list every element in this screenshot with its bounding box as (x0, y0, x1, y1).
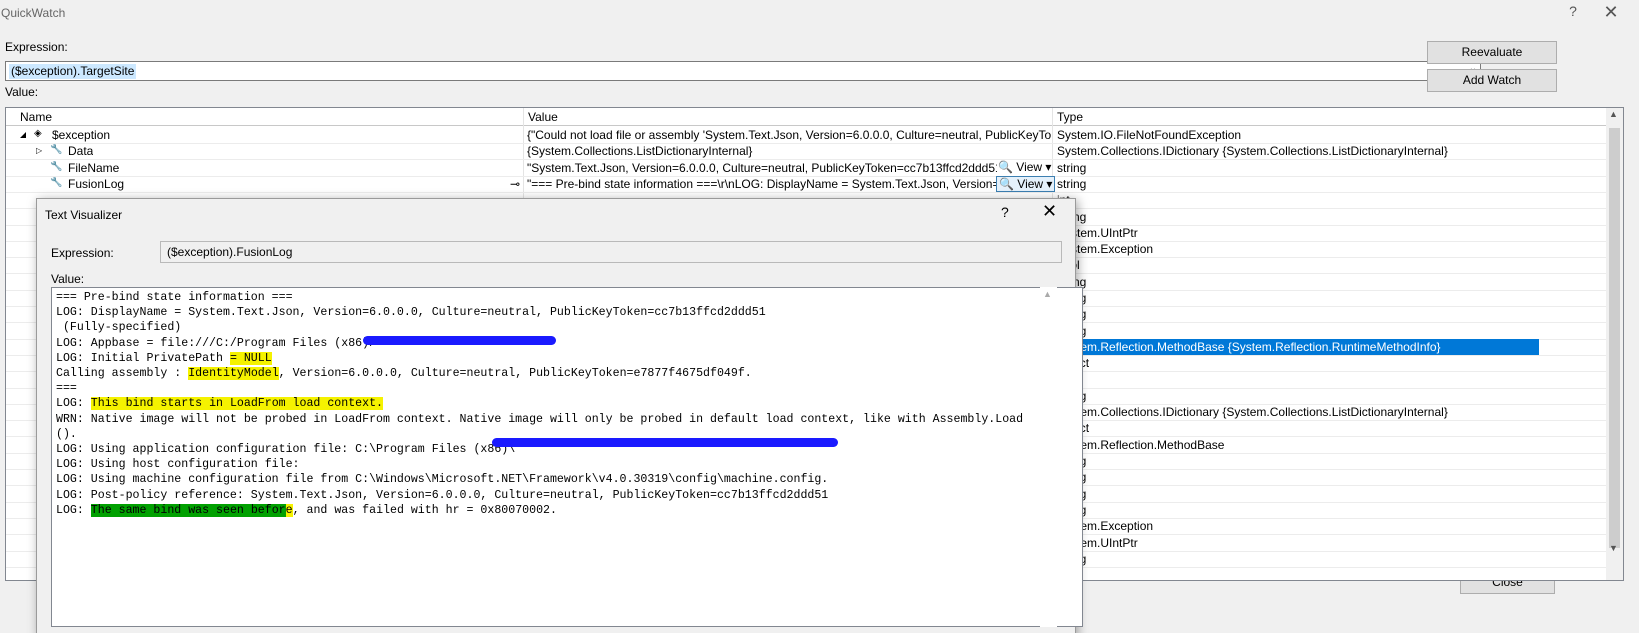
dialog-value-textarea[interactable]: === Pre-bind state information === LOG: … (51, 287, 1083, 627)
type-cell: string (1057, 176, 1087, 191)
table-row[interactable]: 🔧 FusionLog ⊸ "=== Pre-bind state informati… (6, 175, 1606, 193)
collapse-icon[interactable]: ◢ (20, 130, 26, 139)
type-cell: string (1054, 389, 1539, 403)
property-wrench-icon: 🔧 (50, 144, 63, 156)
log-line: LOG: Initial PrivatePath = NULL (56, 351, 272, 365)
value-cell: {"Could not load file or assembly 'Syste… (527, 128, 1051, 142)
log-line: LOG: Post-policy reference: System.Text.… (56, 488, 829, 502)
type-cell: System.Collections.IDictionary {System.C… (1057, 144, 1448, 159)
type-cell: string (1054, 291, 1539, 305)
table-row[interactable]: ▷ 🔧 Data {System.Collections.ListDictionary… (6, 143, 1606, 161)
text-visualizer-dialog: Text Visualizer ? ✕ Expression: ($except… (36, 198, 1083, 633)
value-cell: "=== Pre-bind state information ===\r\nL… (527, 176, 997, 191)
name-cell: Data (68, 144, 94, 159)
log-line: LOG: This bind starts in LoadFrom load c… (56, 397, 384, 411)
type-cell: string (1054, 470, 1539, 484)
type-cell: System.UIntPtr (1057, 535, 1138, 550)
type-cell: string (1054, 307, 1539, 321)
log-line: (). (56, 427, 77, 441)
expand-icon[interactable]: ▷ (36, 146, 42, 155)
window-title: QuickWatch (1, 6, 66, 20)
type-cell: object (1054, 356, 1539, 370)
type-cell: string (1054, 552, 1539, 566)
type-cell: string (1057, 160, 1087, 175)
property-wrench-icon: 🔧 (50, 160, 63, 172)
type-cell: int (1054, 373, 1539, 387)
log-line: === Pre-bind state information === (56, 291, 293, 304)
type-cell: string (1054, 487, 1539, 501)
log-line: LOG: The same bind was seen before, and … (56, 503, 557, 517)
type-cell: string (1054, 210, 1539, 224)
property-wrench-icon: 🔧 (50, 176, 63, 188)
type-cell: string (1054, 503, 1539, 517)
type-cell: object (1054, 421, 1539, 435)
view-visualizer-button[interactable]: 🔍 View ▾ (996, 160, 1053, 174)
value-cell: {System.Collections.ListDictionaryIntern… (527, 144, 753, 159)
dialog-close-icon[interactable]: ✕ (1042, 201, 1057, 222)
log-line: LOG: Using machine configuration file fr… (56, 473, 829, 487)
redaction-mark (363, 336, 556, 345)
column-header-name[interactable]: Name (20, 110, 52, 124)
value-label: Value: (5, 85, 39, 99)
type-cell: System.Collections.IDictionary {System.C… (1057, 405, 1448, 420)
type-cell: string (1054, 454, 1539, 468)
type-cell: string (1054, 324, 1539, 338)
grid-scrollbar[interactable]: ▲ ▼ (1606, 108, 1623, 580)
close-icon[interactable]: ✕ (1600, 2, 1622, 23)
log-line: LOG: Using application configuration fil… (56, 443, 516, 457)
table-row[interactable]: ◢ ◈ $exception {"Could not load file or ass… (6, 127, 1606, 144)
expression-label: Expression: (5, 40, 68, 54)
dialog-scrollbar[interactable]: ▲ (1040, 287, 1057, 627)
log-line: LOG: Using host configuration file: (56, 458, 300, 472)
scroll-down-icon[interactable]: ▼ (1609, 543, 1618, 553)
add-watch-button[interactable]: Add Watch (1427, 69, 1557, 92)
dialog-value-label: Value: (51, 272, 85, 286)
log-line: === (56, 382, 77, 396)
reevaluate-button[interactable]: Reevaluate (1427, 41, 1557, 64)
exception-icon: ◈ (34, 128, 42, 139)
expression-input[interactable]: ($exception).TargetSite (9, 64, 137, 79)
log-line: Calling assembly : IdentityModel, Versio… (56, 367, 752, 381)
value-cell: "System.Text.Json, Version=6.0.0.0, Cult… (527, 160, 997, 175)
column-header-type[interactable]: Type (1057, 110, 1083, 124)
redaction-mark (492, 438, 838, 447)
type-cell: System.Exception (1057, 519, 1154, 534)
view-visualizer-button[interactable]: 🔍 View ▾ (996, 175, 1056, 192)
scroll-up-icon[interactable]: ▲ (1609, 109, 1618, 119)
type-cell: string (1054, 275, 1539, 289)
pin-icon[interactable]: ⊸ (510, 177, 520, 191)
type-cell: System.Exception (1057, 242, 1154, 257)
name-cell: FileName (68, 160, 120, 175)
type-cell: bool (1054, 258, 1539, 272)
help-icon[interactable]: ? (1565, 3, 1581, 19)
type-cell: System.IO.FileNotFoundException (1057, 128, 1242, 142)
log-line: WRN: Native image will not be probed in … (56, 412, 1024, 426)
dialog-title: Text Visualizer (45, 208, 123, 222)
type-cell: System.Reflection.MethodBase (1057, 437, 1225, 452)
column-header-value[interactable]: Value (528, 110, 558, 124)
expression-combobox[interactable]: ($exception).TargetSite ⌄ (5, 61, 1481, 81)
log-line: LOG: DisplayName = System.Text.Json, Ver… (56, 306, 766, 320)
dialog-expression-label: Expression: (51, 246, 114, 260)
name-cell: FusionLog (68, 176, 125, 191)
type-cell: int (1054, 193, 1539, 207)
type-cell: System.Reflection.MethodBase {System.Ref… (1054, 338, 1539, 355)
type-cell: System.UIntPtr (1057, 225, 1138, 240)
scroll-thumb[interactable] (1609, 128, 1620, 548)
log-line: (Fully-specified) (56, 321, 182, 335)
title-bar: QuickWatch ? ✕ (0, 0, 1639, 26)
grid-header: Name Value Type (6, 108, 1606, 126)
table-row[interactable]: 🔧 FileName "System.Text.Json, Version=6.0.… (6, 160, 1606, 177)
name-cell: $exception (52, 128, 111, 142)
dialog-expression-field[interactable]: ($exception).FusionLog (160, 241, 1062, 263)
log-line: LOG: Appbase = file:///C:/Program Files … (56, 336, 377, 350)
dialog-help-icon[interactable]: ? (1001, 204, 1009, 220)
